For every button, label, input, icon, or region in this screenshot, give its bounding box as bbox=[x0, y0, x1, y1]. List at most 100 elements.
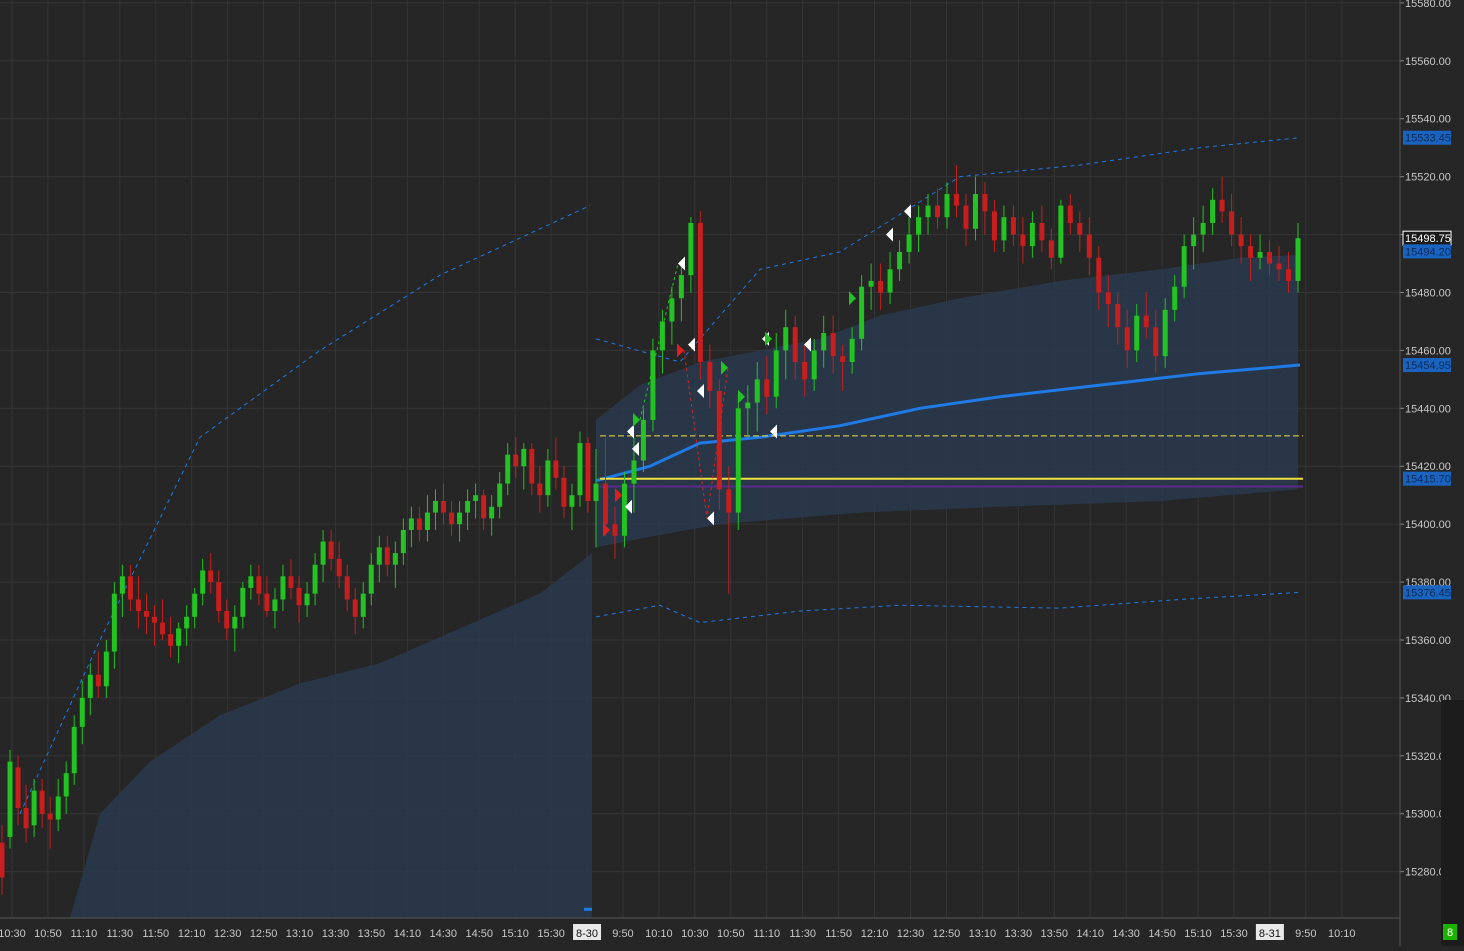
x-tick-label: 11:30 bbox=[106, 928, 133, 940]
candle-up bbox=[811, 350, 817, 380]
x-tick-label: 14:30 bbox=[1112, 928, 1140, 940]
x-tick-label: 11:50 bbox=[142, 928, 169, 940]
candle-up bbox=[200, 570, 206, 594]
x-tick-label: 14:50 bbox=[465, 928, 493, 940]
candle-up bbox=[621, 483, 627, 536]
candle-down bbox=[707, 361, 713, 391]
candle-up bbox=[593, 483, 599, 501]
candle-down bbox=[1153, 327, 1159, 357]
price-tag-label: 15454.95 bbox=[1405, 360, 1451, 372]
candle-up bbox=[688, 222, 694, 276]
price-tag-label: 15494.20 bbox=[1405, 246, 1451, 258]
y-tick-label: 15420.00 bbox=[1405, 461, 1451, 473]
candle-up bbox=[916, 217, 922, 235]
candle-up bbox=[55, 796, 61, 820]
candle-up bbox=[783, 327, 789, 351]
candle-up bbox=[1134, 315, 1140, 351]
candle-down bbox=[726, 489, 732, 513]
x-tick-label: 10:30 bbox=[681, 928, 709, 940]
candle-down bbox=[1048, 240, 1054, 258]
candle-up bbox=[773, 350, 779, 397]
candle-down bbox=[982, 194, 988, 212]
x-tick-label: 15:10 bbox=[501, 928, 529, 940]
candle-up bbox=[192, 593, 198, 617]
candle-down bbox=[0, 842, 5, 878]
candle-up bbox=[473, 495, 479, 501]
candle-down bbox=[561, 477, 567, 507]
candle-up bbox=[240, 587, 246, 617]
candle-up bbox=[859, 286, 865, 339]
candle-up bbox=[63, 773, 69, 797]
x-tick-label: 10:30 bbox=[0, 928, 26, 940]
candle-down bbox=[449, 512, 455, 525]
candle-down bbox=[1020, 234, 1026, 247]
candle-up bbox=[897, 251, 903, 270]
y-tick-label: 15460.00 bbox=[1405, 345, 1451, 357]
candle-down bbox=[1124, 327, 1130, 351]
x-tick-label: 13:30 bbox=[322, 928, 350, 940]
candle-up bbox=[184, 616, 190, 629]
x-tick-label: 10:50 bbox=[34, 928, 62, 940]
candle-down bbox=[1077, 222, 1083, 235]
x-tick-label: 14:10 bbox=[394, 928, 422, 940]
candle-up bbox=[304, 593, 310, 606]
candle-down bbox=[481, 495, 487, 519]
candle-up bbox=[669, 298, 675, 322]
candle-down bbox=[208, 570, 214, 583]
candle-up bbox=[577, 443, 583, 496]
candle-up bbox=[821, 333, 827, 351]
candle-up bbox=[972, 194, 978, 229]
candle-down bbox=[612, 524, 618, 536]
y-tick-label: 15360.00 bbox=[1405, 635, 1451, 647]
price-tag-label: 15533.45 bbox=[1405, 133, 1451, 145]
candle-up bbox=[887, 269, 893, 293]
y-tick-label: 15560.00 bbox=[1405, 56, 1451, 68]
candle-up bbox=[368, 564, 374, 594]
candle-up bbox=[360, 593, 366, 617]
candle-down bbox=[135, 599, 141, 612]
candle-down bbox=[216, 582, 222, 612]
x-tick-label: 10:10 bbox=[1328, 928, 1356, 940]
candle-up bbox=[754, 379, 760, 403]
candle-down bbox=[328, 541, 334, 559]
candle-up bbox=[1295, 238, 1301, 281]
candle-down bbox=[537, 483, 543, 496]
candle-down bbox=[352, 599, 358, 617]
candle-down bbox=[416, 518, 422, 530]
x-tick-label: 13:30 bbox=[1005, 928, 1033, 940]
candle-up bbox=[79, 697, 85, 727]
candle-down bbox=[224, 611, 230, 629]
candle-down bbox=[143, 611, 149, 617]
candle-up bbox=[272, 599, 278, 612]
x-tick-label: 12:30 bbox=[214, 928, 242, 940]
candle-up bbox=[906, 234, 912, 252]
candle-up bbox=[1029, 222, 1035, 247]
candle-up bbox=[457, 512, 463, 525]
candle-down bbox=[830, 333, 836, 357]
candle-up bbox=[400, 529, 406, 554]
candle-up bbox=[280, 576, 286, 600]
y-tick-label: 15580.00 bbox=[1405, 0, 1451, 10]
candle-down bbox=[697, 222, 703, 362]
x-tick-label: 13:50 bbox=[358, 928, 386, 940]
candle-down bbox=[602, 483, 608, 525]
candle-down bbox=[1229, 211, 1235, 235]
candle-down bbox=[1219, 199, 1225, 212]
candle-down bbox=[840, 356, 846, 362]
candle-down bbox=[1105, 292, 1111, 305]
candle-up bbox=[7, 761, 13, 837]
candle-down bbox=[1286, 269, 1292, 281]
candle-up bbox=[745, 402, 751, 409]
price-tag-label: 15376.45 bbox=[1405, 587, 1451, 599]
candle-down bbox=[513, 454, 519, 467]
x-tick-label: 11:10 bbox=[71, 928, 98, 940]
candle-up bbox=[925, 205, 931, 218]
price-tag-label: 15415.70 bbox=[1405, 474, 1451, 486]
trading-chart[interactable]: 15580.0015560.0015540.0015520.0015500.00… bbox=[0, 0, 1464, 946]
candle-up bbox=[31, 790, 37, 826]
candle-down bbox=[1143, 315, 1149, 328]
candle-up bbox=[392, 553, 398, 565]
candlestick-chart[interactable]: 15580.0015560.0015540.0015520.0015500.00… bbox=[0, 0, 1464, 946]
candle-up bbox=[376, 547, 382, 565]
y-tick-label: 15440.00 bbox=[1405, 403, 1451, 415]
